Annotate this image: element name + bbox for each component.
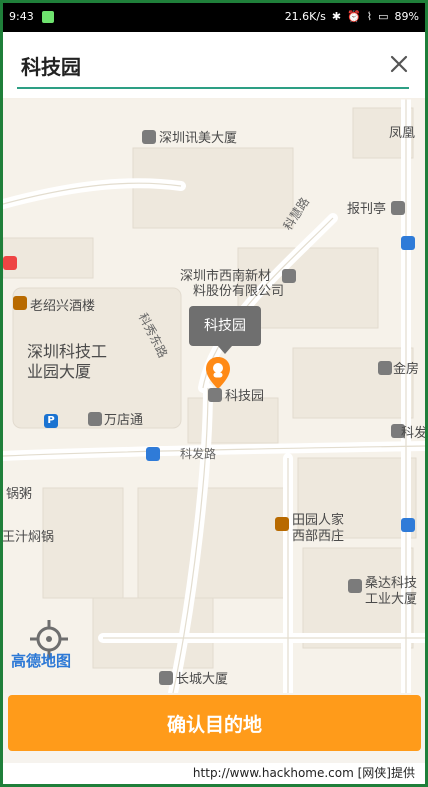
map-label-kefa2: 科发: [401, 426, 425, 441]
shop-icon: [88, 412, 102, 426]
map-label-xibu: 西部西庄: [292, 529, 345, 544]
network-speed: 21.6K/s: [284, 10, 326, 23]
bus-icon: [401, 518, 415, 532]
notification-icon: [41, 10, 54, 23]
close-icon-svg: [390, 55, 408, 73]
app-screen: 9:43 21.6K/s ✱ ⏰ ⌇ ▭ 89% 科技园 凤凰 深圳讯美大厦 报…: [3, 3, 425, 784]
map-brand: 高德地图: [11, 652, 72, 670]
map-label-jinfang: 金房: [393, 362, 420, 377]
map-label-marker-text: 科技园: [225, 389, 265, 404]
map-label-changcheng: 长城大厦: [176, 672, 229, 687]
red-poi-icon: [3, 256, 17, 270]
map-label-guozhou: 锅粥: [6, 487, 33, 502]
status-bar: 9:43 21.6K/s ✱ ⏰ ⌇ ▭ 89%: [3, 3, 425, 32]
map-label-top-right: 凤凰: [389, 126, 416, 141]
poi-icon: [142, 130, 156, 144]
search-bar: [3, 32, 425, 99]
poi-icon: [391, 201, 405, 215]
poi-icon: [378, 361, 392, 375]
poi-icon: [159, 671, 173, 685]
status-time: 9:43: [9, 10, 34, 23]
poi-icon: [348, 579, 362, 593]
battery-text: 89%: [394, 10, 419, 23]
bus-icon: [146, 447, 160, 461]
map-label-baokanting: 报刊亭: [347, 202, 387, 217]
poi-icon: [208, 388, 222, 402]
map-label-zheshi: 王汁焖锅: [3, 530, 55, 545]
status-right: 21.6K/s ✱ ⏰ ⌇ ▭ 89%: [285, 10, 419, 23]
road-kefa: 科发路: [180, 447, 217, 461]
map-label-xunmei: 深圳讯美大厦: [159, 131, 238, 146]
map-label-sangda2: 工业大厦: [365, 592, 418, 607]
battery-icon: ▭: [378, 10, 389, 23]
wifi-icon: ⌇: [366, 10, 373, 23]
poi-icon: [282, 269, 296, 283]
restaurant-icon: [275, 517, 289, 531]
search-underline: [17, 87, 409, 89]
map-label-laoshaoxing: 老绍兴酒楼: [30, 299, 96, 314]
search-input[interactable]: [19, 50, 358, 80]
bluetooth-icon: ✱: [331, 10, 342, 23]
status-left: 9:43: [9, 10, 54, 23]
alarm-icon: ⏰: [347, 10, 361, 23]
restaurant-icon: [13, 296, 27, 310]
selected-pin-label: 科技园: [189, 306, 261, 354]
map-view[interactable]: 凤凰 深圳讯美大厦 报刊亭 科慧路 深圳市西南新材 料股份有限公司 老绍兴酒楼 …: [3, 98, 425, 693]
site-watermark: http://www.hackhome.com [网侠]提供: [3, 763, 425, 784]
close-icon[interactable]: [389, 54, 409, 74]
parking-icon: P: [44, 414, 58, 428]
map-label-wandian: 万店通: [104, 413, 144, 428]
bus-icon: [401, 236, 415, 250]
confirm-destination-button[interactable]: 确认目的地: [8, 695, 421, 751]
map-label-park2: 业园大厦: [27, 362, 92, 381]
map-label-xinan2: 料股份有限公司: [193, 284, 285, 299]
